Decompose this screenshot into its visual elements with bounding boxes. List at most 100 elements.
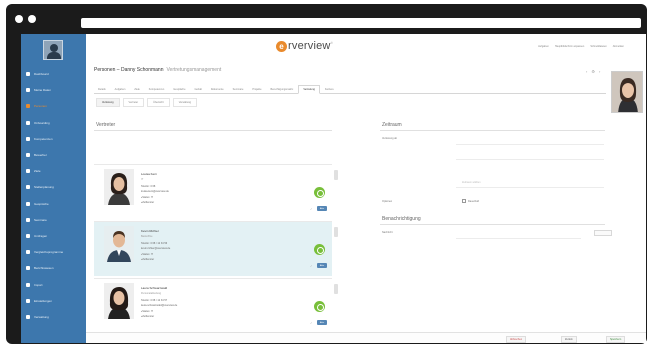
header-link[interactable]: Hauptbildschirm anpassen — [555, 45, 584, 48]
representative-card[interactable]: Kevin Richter Backoffice Telefon: 0 68 / 1… — [94, 221, 338, 276]
sidebar-item-label: Onboarding — [34, 120, 50, 125]
header-links: Aufgaben Hauptbildschirm anpassen Schnelld… — [538, 45, 624, 48]
permanent-checkbox[interactable] — [462, 199, 466, 203]
person-portrait-icon — [104, 169, 134, 205]
from-label: Vertretung ab — [382, 137, 398, 140]
sidebar-item-label: Personen — [34, 104, 47, 109]
activate-button[interactable]: Aktiv — [317, 206, 327, 211]
sidebar-item[interactable]: Stellenplanung — [21, 180, 86, 194]
sidebar-item[interactable]: Dashboard — [21, 67, 86, 81]
tab[interactable]: Aufgaben — [111, 86, 130, 93]
sidebar-item[interactable]: Bewerber — [21, 148, 86, 162]
options-label: Optionen — [382, 200, 393, 203]
overview-logo[interactable]: e rverview ® — [276, 39, 333, 53]
subtab[interactable]: Verwaltung — [172, 98, 198, 107]
sidebar-item-label: Stellenplanung — [34, 185, 54, 190]
tab[interactable]: Kompetenzen — [145, 86, 168, 93]
sidebar-item[interactable]: Gespräche — [21, 197, 86, 211]
representative-bullet: Zeitfenster — [141, 315, 154, 318]
period-hint[interactable]: Zeitraum wählen — [462, 181, 480, 184]
page-action-icon[interactable]: ⚙ — [591, 69, 595, 74]
compare-icon — [26, 250, 30, 255]
subtab[interactable]: Vertreter — [122, 98, 145, 107]
sidebar-item-label: Einstellungen — [34, 298, 53, 303]
representative-card[interactable]: Louisa Kern IT Telefon: 0 68 louisa.kern@ov… — [94, 164, 338, 219]
status-toggle-icon[interactable] — [314, 187, 325, 198]
header-link[interactable]: Aufgaben — [538, 45, 549, 48]
sidebar-item[interactable]: Personen — [21, 99, 86, 113]
section-divider — [380, 224, 605, 225]
profile-photo — [611, 71, 643, 113]
representative-photo — [104, 226, 134, 262]
activate-button[interactable]: Aktiv — [317, 320, 327, 325]
footer-button[interactable]: Speichern — [606, 336, 626, 343]
tab[interactable]: Karriere — [321, 86, 338, 93]
representative-card[interactable]: Laura Schwarzwald Personalabteilung Telefo… — [94, 278, 338, 333]
gear-icon — [26, 298, 30, 303]
sidebar-item[interactable]: Meine Daten — [21, 83, 86, 97]
representative-detail: Telefon: 0 68 — [141, 185, 156, 188]
activate-button[interactable]: Aktiv — [317, 263, 327, 268]
tab[interactable]: Ziele — [130, 86, 143, 93]
representative-name[interactable]: Laura Schwarzwald — [141, 286, 167, 290]
sidebar-item[interactable]: Seminare — [21, 213, 86, 227]
card-scroll-handle[interactable] — [334, 227, 338, 237]
representative-role: IT — [141, 178, 144, 181]
sidebar-item[interactable]: Onboarding — [21, 116, 86, 130]
people-icon — [26, 104, 30, 109]
sidebar: Dashboard Meine Daten Personen Onboarding Ko… — [21, 34, 86, 343]
status-toggle-icon[interactable] — [314, 244, 325, 255]
tab[interactable]: Projekte — [248, 86, 265, 93]
sidebar-item[interactable]: Einstellungen — [21, 294, 86, 308]
representative-detail: laura.schwarzwald@overview.de — [141, 304, 178, 307]
tab[interactable]: Berechtigungsmatrix — [267, 86, 298, 93]
sidebar-item-label: Umfragen — [34, 234, 48, 238]
subtab[interactable]: Übersicht — [147, 98, 170, 107]
page-action-icon[interactable]: › — [599, 69, 600, 74]
status-toggle-icon[interactable] — [314, 301, 325, 312]
tab[interactable]: Seminare — [229, 86, 248, 93]
subtab[interactable]: Vertretung — [96, 98, 120, 107]
message-select[interactable] — [594, 230, 612, 236]
import-icon — [26, 282, 30, 287]
sidebar-item[interactable]: Verwaltung — [21, 310, 86, 324]
window-dot[interactable] — [28, 15, 36, 23]
tab[interactable]: Gehalt — [190, 86, 205, 93]
tab[interactable]: Details — [94, 86, 110, 93]
tab[interactable]: Gespräche — [169, 86, 189, 93]
browser-frame: Dashboard Meine Daten Personen Onboarding Ko… — [6, 4, 647, 344]
sidebar-item[interactable]: Berichtswesen — [21, 261, 86, 275]
representative-detail: kevin.richter@overview.de — [141, 247, 171, 250]
page-subtitle: Vertretungsmanagement — [166, 67, 222, 73]
period-title: Zeitraum — [382, 122, 402, 128]
sidebar-item-label: Kompetenzen — [34, 136, 53, 141]
page-action-icon[interactable]: ‹ — [586, 69, 587, 74]
logo-text: rverview — [288, 40, 331, 52]
sidebar-item[interactable]: Ziele — [21, 164, 86, 178]
card-scroll-handle[interactable] — [334, 170, 338, 180]
field-line — [456, 187, 604, 188]
card-scroll-handle[interactable] — [334, 284, 338, 294]
report-icon — [26, 266, 30, 271]
tab[interactable]: Vertretung — [298, 85, 320, 94]
target-icon — [26, 169, 30, 174]
footer-button[interactable]: Zurück — [561, 336, 577, 343]
footer-button[interactable]: Abbrechen — [506, 336, 527, 343]
window-dot[interactable] — [15, 15, 23, 23]
address-bar[interactable] — [81, 18, 641, 28]
representative-name[interactable]: Kevin Richter — [141, 229, 159, 233]
sidebar-item[interactable]: Umfragen — [21, 229, 86, 243]
user-avatar[interactable] — [43, 40, 63, 60]
sidebar-item[interactable]: Vergleichsprogramme — [21, 245, 86, 259]
tab[interactable]: Dokumente — [207, 86, 228, 93]
representative-name[interactable]: Louisa Kern — [141, 172, 157, 176]
footer-bar: Abbrechen Zurück Speichern — [86, 332, 646, 343]
representative-photo — [104, 283, 134, 319]
sidebar-item[interactable]: Kompetenzen — [21, 132, 86, 146]
field-line — [456, 238, 581, 239]
header-link[interactable]: Schnelldateien — [590, 45, 606, 48]
representative-bullet: Zeitfenster — [141, 258, 154, 261]
sidebar-item[interactable]: Import — [21, 278, 86, 292]
representative-bullet: Zeitfenster — [141, 201, 154, 204]
header-link[interactable]: Abmelden — [613, 45, 624, 48]
